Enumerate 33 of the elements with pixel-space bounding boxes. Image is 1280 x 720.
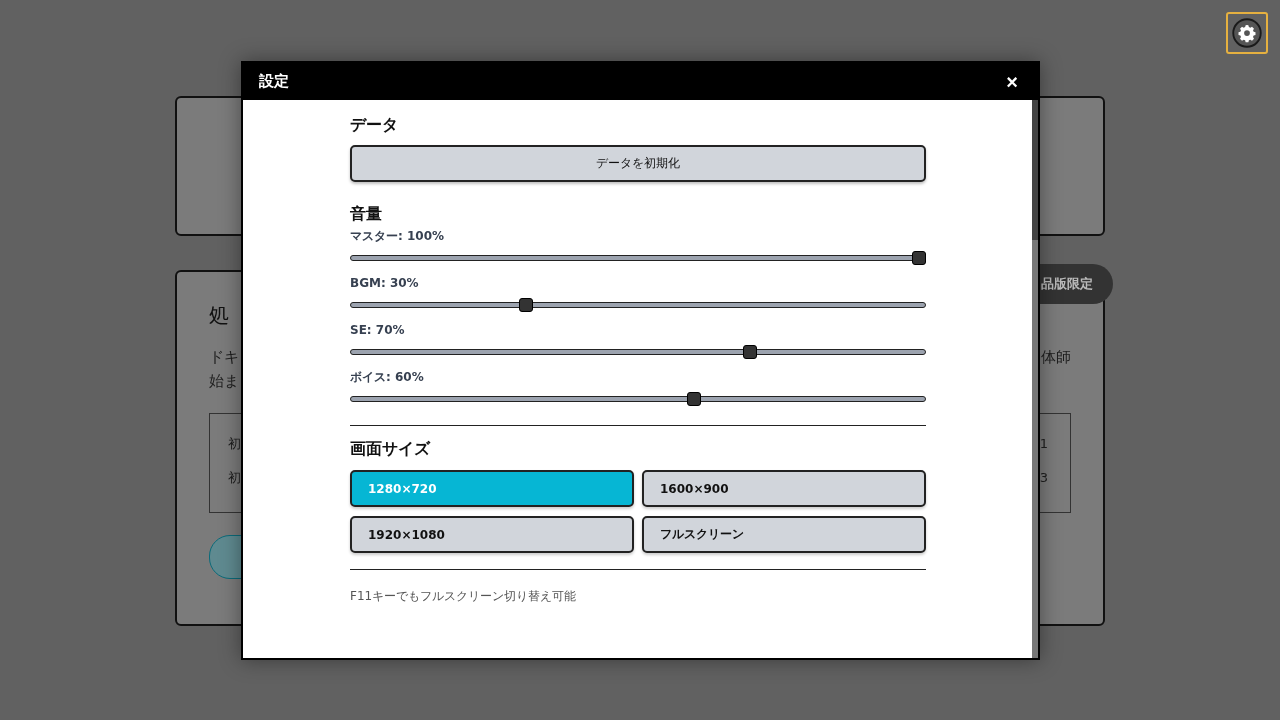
slider-thumb[interactable] (743, 345, 758, 359)
slider-thumb[interactable] (687, 392, 702, 406)
volume-slider[interactable] (350, 298, 926, 312)
hint-text: F11キーでもフルスクリーン切り替え可能 (350, 588, 578, 605)
slider-thumb[interactable] (518, 298, 533, 312)
section-heading: データ (350, 114, 399, 136)
description-text: 始ま (209, 371, 239, 391)
info-label: 初 (228, 435, 241, 453)
slider-label: BGM: 30% (350, 275, 420, 291)
screen-size-option[interactable]: 1600×900 (642, 470, 926, 507)
info-value: 1 (1039, 435, 1048, 453)
reset-data-button[interactable]: データを初期化 (350, 145, 926, 182)
slider-label: SE: 70% (350, 322, 406, 338)
slider-thumb[interactable] (912, 251, 926, 265)
slider-label: ボイス: 60% (350, 369, 425, 385)
volume-slider[interactable] (350, 251, 926, 265)
section-heading: 画面サイズ (350, 438, 432, 460)
description-text: 体師 (1041, 347, 1071, 367)
scrollbar[interactable] (1032, 100, 1038, 658)
section-heading: 音量 (350, 203, 383, 225)
screen-size-option[interactable]: フルスクリーン (642, 516, 926, 553)
slider-label: マスター: 100% (350, 228, 446, 244)
screen-size-option[interactable]: 1920×1080 (350, 516, 634, 553)
info-value: 3 (1039, 469, 1048, 487)
close-button[interactable]: × (1002, 71, 1022, 92)
dialog-title: 設定 (259, 72, 289, 91)
description-text: ドキ (209, 347, 239, 367)
volume-slider[interactable] (350, 345, 926, 359)
settings-icon (1232, 18, 1262, 48)
settings-button[interactable] (1226, 12, 1268, 54)
info-label: 初 (228, 469, 241, 487)
card-title: 処 (209, 303, 229, 327)
volume-slider[interactable] (350, 392, 926, 406)
